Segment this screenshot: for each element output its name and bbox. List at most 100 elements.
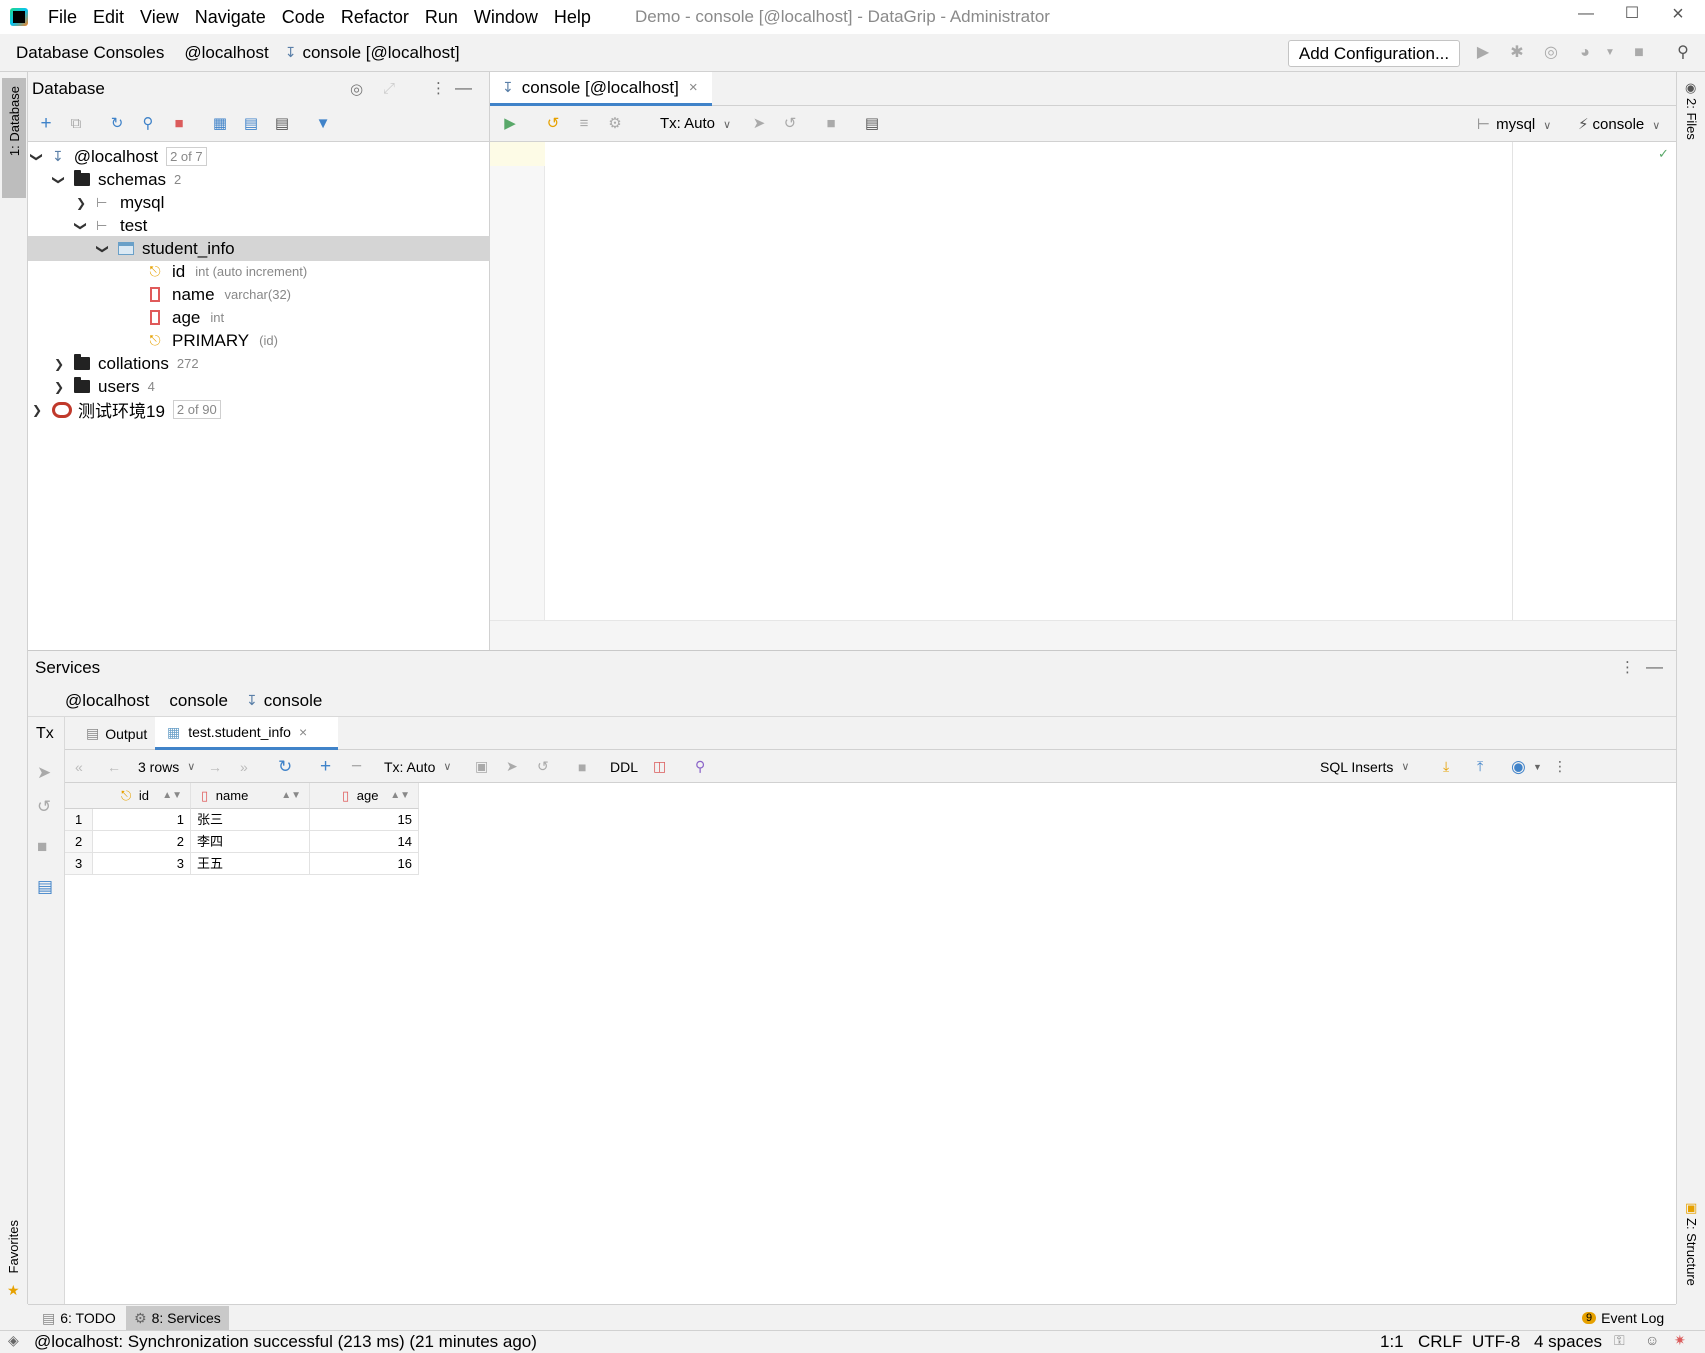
hide-panel-icon[interactable]: — [1646,657,1663,677]
jump-to-console-icon[interactable]: ⚲ [139,115,157,133]
tree-node-column-age[interactable]: age int [28,305,490,330]
editor-text-area[interactable] [545,142,1512,620]
schema-selector[interactable]: ⊢ mysql ∨ [1477,115,1551,133]
menu-file[interactable]: File [40,7,85,28]
close-tab-icon[interactable]: × [299,724,307,740]
menu-edit[interactable]: Edit [85,7,132,28]
first-page-icon[interactable]: « [75,750,83,783]
column-header-id[interactable]: ⎋ id ▲▼ [93,783,191,809]
view-options-eye-icon[interactable]: ◉ [1511,750,1526,783]
add-configuration-button[interactable]: Add Configuration... [1288,40,1460,67]
disconnect-icon[interactable]: ■ [170,115,188,133]
database-tool-tab[interactable]: 1: Database [2,78,26,198]
tree-node-schema-mysql[interactable]: ❯ ⊢ mysql [28,190,490,215]
services-view-icon[interactable]: ▤ [863,115,881,133]
console-icon[interactable]: ▤ [273,115,291,133]
debug-icon[interactable]: ✱ [1508,44,1526,62]
chevron-right-icon[interactable]: ❯ [52,380,66,394]
menu-refactor[interactable]: Refactor [333,7,417,28]
add-row-icon[interactable]: + [320,750,331,783]
copy-icon[interactable]: ⧉ [67,115,85,133]
cell-id[interactable]: 2 [93,831,191,853]
menu-code[interactable]: Code [274,7,333,28]
hide-panel-icon[interactable]: — [455,78,472,98]
commit-icon[interactable]: ➤ [37,763,51,783]
export-icon[interactable]: ⤓ [1443,750,1449,783]
import-icon[interactable]: ⤒ [1477,750,1483,783]
inspector-icon[interactable]: ☺ [1645,1332,1659,1348]
gear-icon[interactable]: ⚙ [606,115,624,133]
sort-icon[interactable]: ▲▼ [162,783,182,809]
chevron-down-icon[interactable]: ❯ [74,219,88,233]
next-page-icon[interactable]: → [208,750,222,783]
filter-icon[interactable]: ▼ [314,115,332,133]
favorites-tool-tab[interactable]: Favorites [6,1220,21,1273]
event-log-tool-tab[interactable]: 9 Event Log [1574,1306,1672,1330]
save-icon[interactable]: ▣ [475,750,488,783]
rollback-icon[interactable]: ↺ [781,115,799,133]
sort-icon[interactable]: ▲▼ [390,783,410,809]
tree-node-column-name[interactable]: name varchar(32) [28,282,490,307]
more-options-icon[interactable]: ⋮ [1620,658,1635,676]
services-crumb-console-session[interactable]: console [264,691,323,711]
row-count-dropdown[interactable]: 3 rows ∨ [138,750,195,783]
cell-name[interactable]: 李四 [191,831,310,853]
caret-position[interactable]: 1:1 [1380,1332,1404,1352]
files-tool-tab[interactable]: 2: Files [1684,98,1699,140]
tree-node-primary-key[interactable]: ⎋ PRIMARY (id) [28,328,490,353]
services-crumb-console[interactable]: console [169,691,228,711]
lock-icon[interactable]: ⚿ [1614,1332,1625,1349]
file-encoding[interactable]: UTF-8 [1472,1332,1520,1352]
tree-node-users[interactable]: ❯ users 4 [28,374,490,399]
indent-setting[interactable]: 4 spaces [1534,1332,1602,1352]
status-icon[interactable]: ◈ [8,1332,19,1349]
column-header-name[interactable]: ▯ name ▲▼ [191,783,310,809]
cell-name[interactable]: 王五 [191,853,310,875]
cell-id[interactable]: 1 [93,809,191,831]
profiler-icon[interactable]: ◕ [1576,44,1594,62]
ide-error-icon[interactable]: ✷ [1674,1332,1686,1349]
row-number[interactable]: 2 [65,831,93,853]
chevron-down-icon[interactable]: ❯ [96,242,110,256]
history-icon[interactable]: ↺ [544,115,562,133]
tab-console[interactable]: ↧ console [@localhost] × [490,72,712,106]
cell-age[interactable]: 16 [310,853,419,875]
run-icon[interactable]: ▶ [1474,44,1492,62]
submit-icon[interactable]: ➤ [506,750,518,783]
cell-name[interactable]: 张三 [191,809,310,831]
tab-result-student-info[interactable]: ▦ test.student_info × [155,717,338,750]
sort-icon[interactable]: ▲▼ [281,783,301,809]
tab-output[interactable]: ▤ Output [78,717,155,750]
table-view-icon[interactable]: ▦ [211,115,229,133]
last-page-icon[interactable]: » [240,750,248,783]
settings-sliders-icon[interactable]: ≡ [575,115,593,133]
structure-tool-tab[interactable]: Z: Structure [1684,1218,1699,1286]
row-number[interactable]: 3 [65,853,93,875]
status-message[interactable]: @localhost: Synchronization successful (… [34,1332,537,1352]
chevron-down-icon[interactable]: ❯ [52,173,66,187]
cell-age[interactable]: 15 [310,809,419,831]
search-everywhere-icon[interactable]: ⚲ [1674,44,1692,62]
commit-icon[interactable]: ➤ [750,115,768,133]
execute-icon[interactable]: ▶ [501,115,519,133]
cancel-running-icon[interactable]: ■ [822,115,840,133]
refresh-icon[interactable]: ↻ [278,750,292,783]
data-extractor-dropdown[interactable]: SQL Inserts ∨ [1320,750,1409,783]
compare-icon[interactable]: ◫ [653,750,666,783]
ddl-button[interactable]: DDL [610,750,638,783]
refresh-icon[interactable]: ↻ [108,115,126,133]
stop-icon[interactable]: ■ [1630,44,1648,62]
line-separator[interactable]: CRLF [1418,1332,1462,1352]
tree-node-schemas[interactable]: ❯ schemas 2 [28,167,490,192]
tree-node-collations[interactable]: ❯ collations 272 [28,351,490,376]
stop-icon[interactable]: ■ [37,837,47,857]
run-coverage-icon[interactable]: ◎ [1542,44,1560,62]
rollback-icon[interactable]: ↺ [37,797,51,817]
menu-view[interactable]: View [132,7,187,28]
chevron-down-icon[interactable]: ❯ [30,150,44,164]
chevron-right-icon[interactable]: ❯ [74,196,88,210]
chevron-down-icon[interactable]: ▼ [1601,44,1619,62]
target-icon[interactable]: ◎ [350,80,363,98]
session-selector[interactable]: ⚡ console ∨ [1578,115,1660,133]
tx-icon[interactable]: Tx [36,725,54,743]
